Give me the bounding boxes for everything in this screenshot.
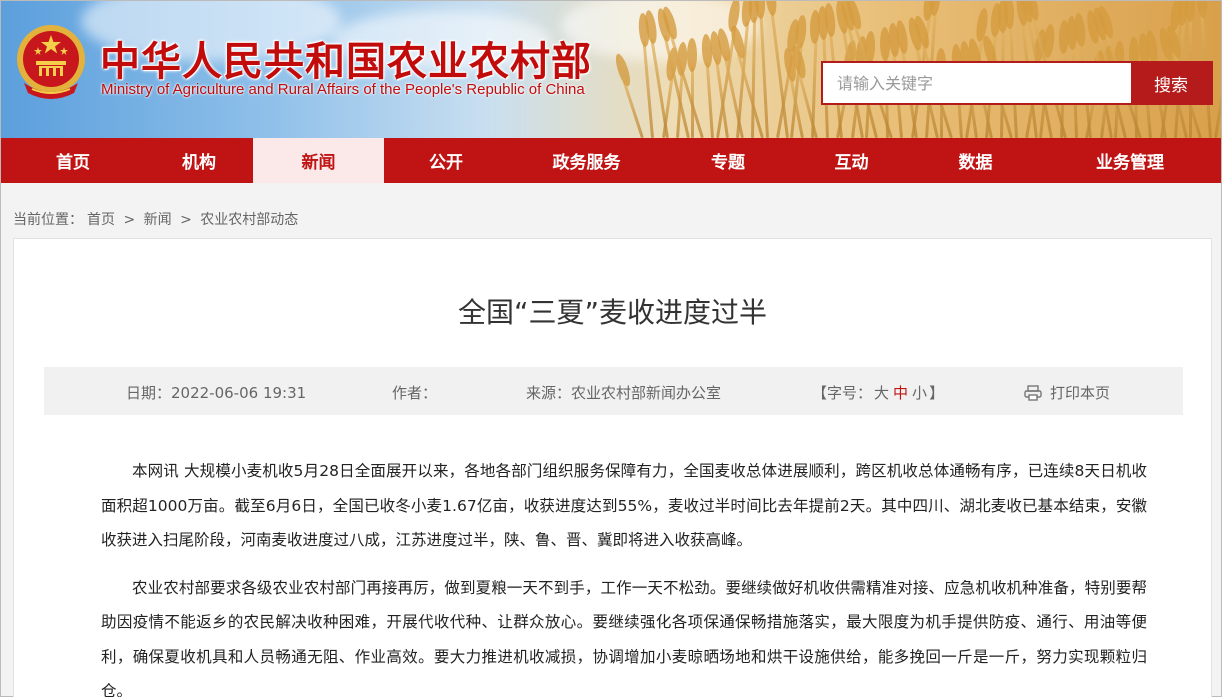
nav-item-news[interactable]: 新闻 [253,138,384,183]
nav-item-business-management[interactable]: 业务管理 [1039,138,1221,183]
font-size-medium-button[interactable]: 中 [893,384,908,402]
article-meta-bar: 日期：2022-06-06 19:31 作者： 来源：农业农村部新闻办公室 【字… [44,367,1183,415]
article-date: 日期：2022-06-06 19:31 [126,384,307,402]
wheat-head [764,1,779,17]
nav-item-data[interactable]: 数据 [912,138,1039,183]
breadcrumb-ministry-updates[interactable]: 农业农村部动态 [200,212,298,228]
wheat-stalk [706,62,715,138]
font-size-large-button[interactable]: 大 [874,384,889,402]
font-size-label: 【字号： [812,384,873,402]
article-source: 来源：农业农村部新闻办公室 [526,384,722,402]
wheat-head [1195,1,1208,19]
font-size-control: 【字号：大中小】 [812,382,944,403]
search-button[interactable]: 搜索 [1131,63,1211,103]
breadcrumb-home[interactable]: 首页 [87,212,115,228]
article-paragraph: 农业农村部要求各级农业农村部门再接再厉，做到夏粮一天不到手，工作一天不松劲。要继… [101,578,1147,697]
nav-item-organization[interactable]: 机构 [145,138,253,183]
search-input[interactable] [823,63,1131,103]
nav-item-public[interactable]: 公开 [384,138,508,183]
site-title-cn[interactable]: 中华人民共和国农业农村部 [100,29,592,87]
breadcrumb-separator: > [123,212,136,228]
print-page-label: 打印本页 [1050,384,1111,402]
search-box: 搜索 [821,61,1213,105]
font-size-close: 】 [929,384,945,402]
nav-item-home[interactable]: 首页 [1,138,145,183]
national-emblem-icon [17,25,85,99]
main-nav: 首页 机构 新闻 公开 政务服务 专题 互动 数据 业务管理 [1,138,1221,183]
breadcrumb-news[interactable]: 新闻 [144,212,172,228]
article-paragraph: 本网讯 大规模小麦机收5月28日全面展开以来，各地各部门组织服务保障有力，全国麦… [101,462,1147,549]
site-title-en[interactable]: Ministry of Agriculture and Rural Affair… [101,81,585,98]
breadcrumb-prefix: 当前位置： [13,212,83,228]
wheat-head [928,1,942,17]
wheat-head [686,38,697,72]
article-panel: 全国“三夏”麦收进度过半 日期：2022-06-06 19:31 作者： 来源：… [13,238,1212,697]
article-body: 本网讯 大规模小麦机收5月28日全面展开以来，各地各部门组织服务保障有力，全国麦… [101,454,1147,697]
print-page-button[interactable]: 打印本页 [1024,382,1110,403]
wheat-head [1184,1,1195,22]
site-header: 中华人民共和国农业农村部 Ministry of Agriculture and… [1,1,1221,138]
nav-item-interaction[interactable]: 互动 [791,138,912,183]
nav-item-government-services[interactable]: 政务服务 [508,138,665,183]
breadcrumb-separator: > [180,212,192,228]
article-author: 作者： [392,384,438,402]
wheat-stalk [758,13,769,138]
printer-icon [1024,384,1042,401]
wheat-stalk [1213,45,1221,138]
wheat-stalk [622,80,644,138]
nav-item-topics[interactable]: 专题 [665,138,791,183]
font-size-small-button[interactable]: 小 [912,384,927,402]
article-title: 全国“三夏”麦收进度过半 [457,296,767,329]
breadcrumb: 当前位置： 首页 > 新闻 > 农业农村部动态 [13,209,302,229]
